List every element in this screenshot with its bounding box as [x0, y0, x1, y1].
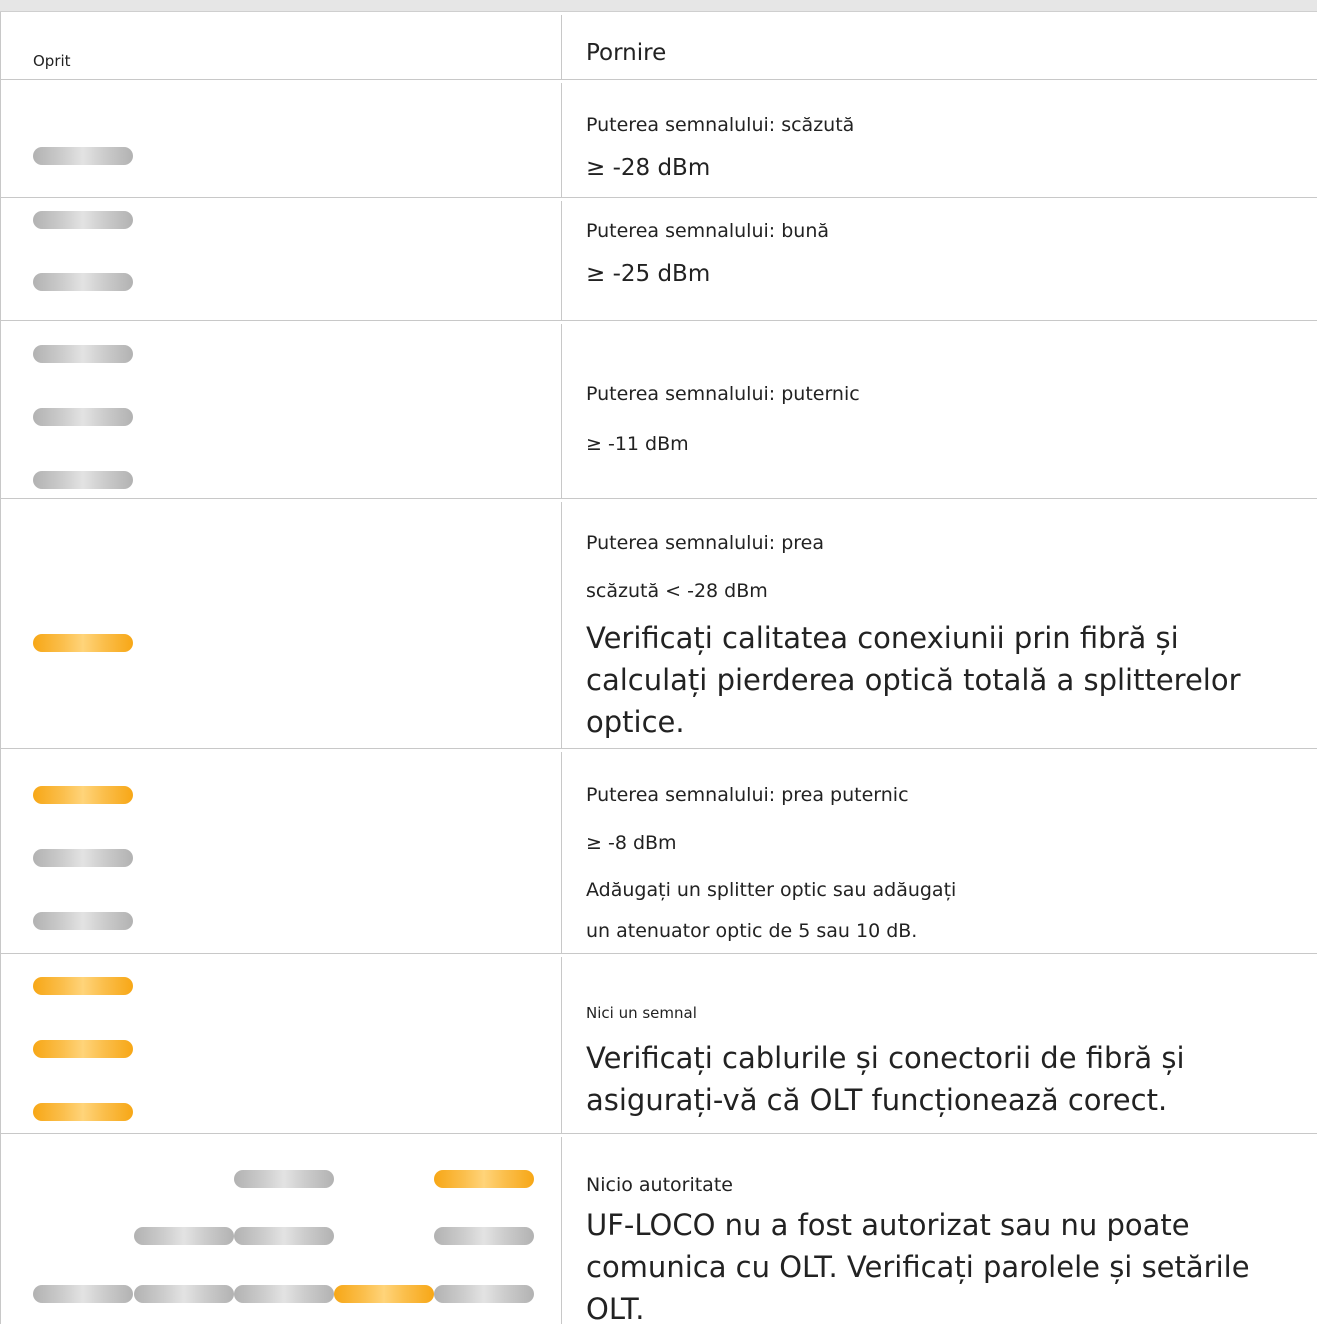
signal-threshold-text: scăzută < -28 dBm [586, 580, 768, 602]
header-left-cell: Oprit [0, 12, 561, 79]
led-indicator-gray [234, 1227, 334, 1245]
signal-status-text: Nici un semnal [586, 1004, 697, 1022]
led-indicator-gray [234, 1285, 334, 1303]
led-indicator-gray [33, 1285, 133, 1303]
led-indicator-orange [33, 786, 133, 804]
led-indicator-gray [33, 211, 133, 229]
description-cell: Puterea semnalului: scăzută ≥ -28 dBm [586, 80, 1286, 197]
signal-status-text: Nicio autoritate [586, 1174, 733, 1196]
description-cell: Nici un semnal Verificați cablurile și c… [586, 954, 1286, 1133]
led-indicator-gray [33, 408, 133, 426]
led-cell [0, 749, 561, 953]
signal-status-text: Puterea semnalului: scăzută [586, 114, 855, 136]
top-toolbar-strip [0, 0, 1317, 12]
signal-advice-text: Verificați cablurile și conectorii de fi… [586, 1041, 1185, 1117]
led-indicator-orange [334, 1285, 434, 1303]
table-row: Nici un semnal Verificați cablurile și c… [0, 954, 1317, 1134]
led-indicator-gray [234, 1170, 334, 1188]
table-header-row: Oprit Pornire [0, 12, 1317, 80]
led-cell [0, 321, 561, 498]
description-cell: Puterea semnalului: puternic ≥ -11 dBm [586, 321, 1286, 498]
signal-threshold-text: ≥ -8 dBm [586, 832, 677, 854]
signal-threshold-text: ≥ -11 dBm [586, 433, 689, 455]
signal-advice-text: Adăugați un splitter optic sau adăugați [586, 879, 957, 901]
led-indicator-gray [33, 273, 133, 291]
led-indicator-gray [434, 1227, 534, 1245]
table-row: Puterea semnalului: puternic ≥ -11 dBm [0, 321, 1317, 499]
signal-status-text: Puterea semnalului: prea puternic [586, 784, 909, 806]
table-row: Puterea semnalului: bună ≥ -25 dBm [0, 198, 1317, 321]
signal-status-text: Puterea semnalului: prea [586, 532, 825, 554]
table-row: Puterea semnalului: prea puternic ≥ -8 d… [0, 749, 1317, 954]
led-indicator-orange [434, 1170, 534, 1188]
led-indicator-gray [134, 1285, 234, 1303]
signal-threshold-text: ≥ -28 dBm [586, 155, 711, 181]
led-cell [0, 80, 561, 197]
header-off-label: Oprit [33, 52, 71, 70]
led-indicator-gray [33, 849, 133, 867]
led-indicator-gray [134, 1227, 234, 1245]
description-cell: Nicio autoritate UF-LOCO nu a fost autor… [586, 1134, 1286, 1326]
led-indicator-gray [33, 471, 133, 489]
table-row: Puterea semnalului: scăzută ≥ -28 dBm [0, 80, 1317, 198]
table-row: Nicio autoritate UF-LOCO nu a fost autor… [0, 1134, 1317, 1326]
signal-advice-text: Verificați calitatea conexiunii prin fib… [586, 621, 1241, 739]
table-row: Puterea semnalului: prea scăzută < -28 d… [0, 499, 1317, 749]
led-cell [0, 499, 561, 748]
led-cell [0, 198, 561, 320]
led-cell [0, 1134, 561, 1324]
led-status-table: Oprit Pornire Puterea semnalului: scăzut… [0, 12, 1317, 1326]
led-indicator-orange [33, 634, 133, 652]
signal-status-text: Puterea semnalului: bună [586, 220, 830, 242]
description-cell: Puterea semnalului: prea puternic ≥ -8 d… [586, 749, 1286, 953]
led-indicator-orange [33, 1103, 133, 1121]
led-indicator-gray [33, 912, 133, 930]
description-cell: Puterea semnalului: prea scăzută < -28 d… [586, 499, 1286, 748]
led-indicator-gray [33, 345, 133, 363]
led-indicator-gray [33, 147, 133, 165]
led-cell [0, 954, 561, 1133]
led-indicator-orange [33, 977, 133, 995]
signal-advice-text: un atenuator optic de 5 sau 10 dB. [586, 920, 918, 942]
signal-status-text: Puterea semnalului: puternic [586, 383, 860, 405]
led-indicator-orange [33, 1040, 133, 1058]
header-right-cell: Pornire [586, 12, 1286, 79]
header-on-label: Pornire [586, 40, 667, 66]
led-indicator-gray [434, 1285, 534, 1303]
signal-threshold-text: ≥ -25 dBm [586, 261, 711, 287]
signal-advice-text: UF-LOCO nu a fost autorizat sau nu poate… [586, 1208, 1250, 1326]
description-cell: Puterea semnalului: bună ≥ -25 dBm [586, 198, 1286, 320]
